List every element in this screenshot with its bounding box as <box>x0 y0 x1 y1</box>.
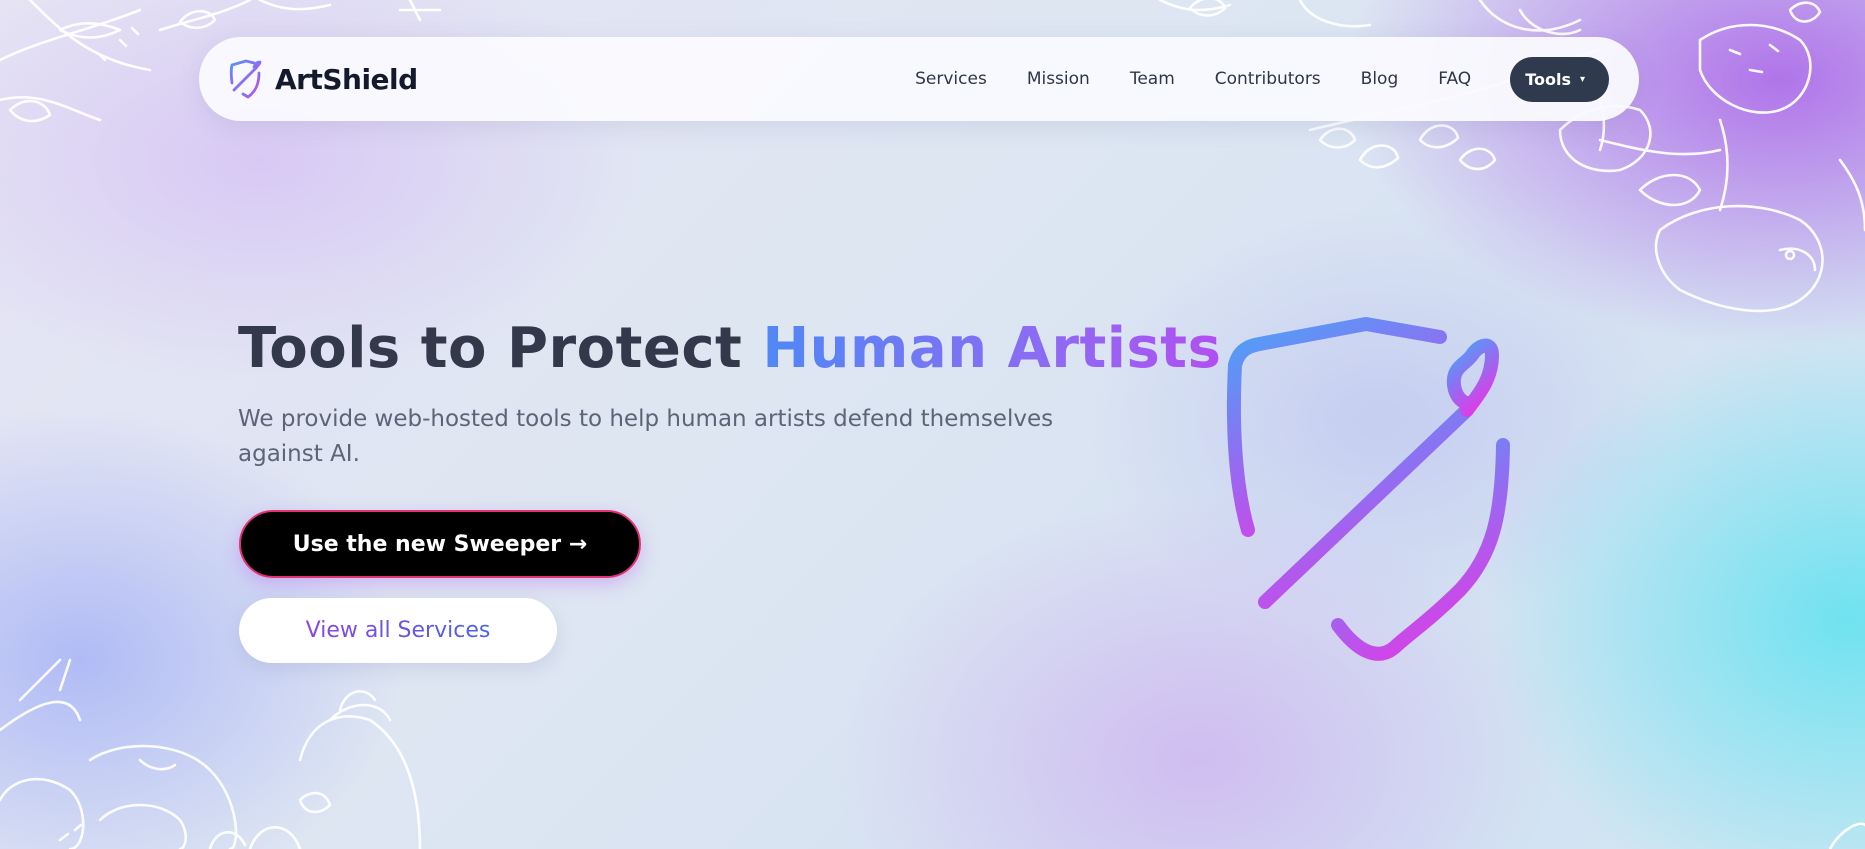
nav-link-blog[interactable]: Blog <box>1361 69 1399 89</box>
hero-title: Tools to Protect Human Artists <box>238 316 1221 381</box>
use-sweeper-button[interactable]: Use the new Sweeper → <box>239 510 641 578</box>
nav-link-team[interactable]: Team <box>1130 69 1175 89</box>
hero-title-plain: Tools to Protect <box>238 316 763 381</box>
nav-link-contributors[interactable]: Contributors <box>1215 69 1321 89</box>
top-navbar: ArtShield Services Mission Team Contribu… <box>199 37 1639 121</box>
tools-label: Tools <box>1525 69 1571 89</box>
hero-title-highlight: Human Artists <box>762 316 1222 381</box>
nav-link-services[interactable]: Services <box>915 69 987 89</box>
chevron-down-icon: ▾ <box>1579 73 1585 85</box>
shield-paintbrush-icon <box>229 59 262 99</box>
view-services-button[interactable]: View all Services <box>239 598 557 663</box>
nav-link-mission[interactable]: Mission <box>1027 69 1090 89</box>
nav-link-faq[interactable]: FAQ <box>1438 69 1471 89</box>
shield-paintbrush-icon <box>1226 317 1510 661</box>
tools-dropdown-button[interactable]: Tools ▾ <box>1510 56 1609 102</box>
brand-logo-link[interactable]: ArtShield <box>229 59 418 99</box>
hero-subtitle: We provide web-hosted tools to help huma… <box>238 406 1054 467</box>
brand-name: ArtShield <box>275 62 418 96</box>
view-services-label: View all Services <box>305 618 491 643</box>
nav-links: Services Mission Team Contributors Blog … <box>895 56 1609 102</box>
